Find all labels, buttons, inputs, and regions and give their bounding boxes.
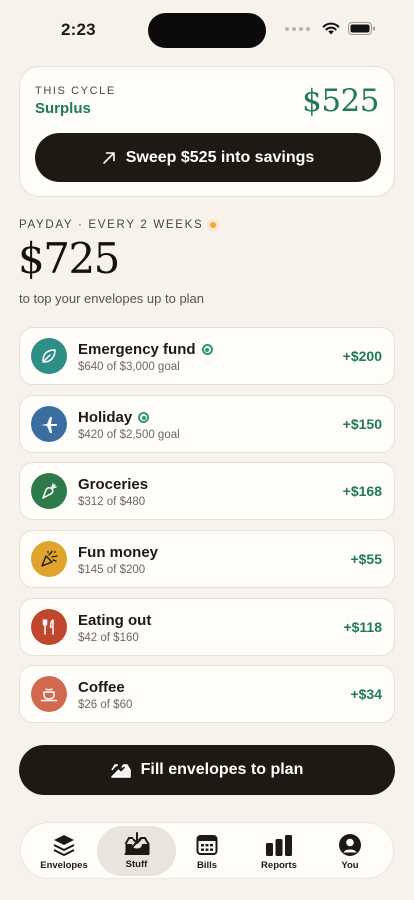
payday-status-dot xyxy=(210,222,217,228)
tab-you[interactable]: You xyxy=(315,823,385,880)
tab-label: Bills xyxy=(196,859,218,871)
dynamic-island xyxy=(148,13,266,48)
wifi-icon xyxy=(322,22,340,35)
envelope-name-wrap: Emergency fund xyxy=(78,341,213,358)
fork-knife-icon xyxy=(42,619,54,635)
tab-reports[interactable]: Reports xyxy=(244,823,314,880)
payday-label-text: PAYDAY · EVERY 2 WEEKS xyxy=(19,219,204,231)
bar-chart-icon xyxy=(266,834,292,856)
goal-target-icon xyxy=(138,412,150,423)
battery-icon xyxy=(348,22,375,35)
goal-target-icon xyxy=(201,344,213,355)
envelope-progress: $640 of $3,000 goal xyxy=(78,361,180,373)
fill-envelopes-button[interactable]: Fill envelopes to plan xyxy=(19,745,395,795)
tab-label: Reports xyxy=(261,859,297,871)
envelope-icon-bg xyxy=(31,541,67,577)
cycle-amount: $525 xyxy=(302,83,379,119)
envelope-topup-amount: +$34 xyxy=(350,686,382,702)
tab-bills[interactable]: Bills xyxy=(172,823,242,880)
envelope-icon-bg xyxy=(31,338,67,374)
cycle-summary-card: THIS CYCLE Surplus $525 Sweep $525 into … xyxy=(19,66,395,197)
payday-amount: $725 xyxy=(18,234,120,283)
envelope-emergency-fund[interactable]: Emergency fund $640 of $3,000 goal +$200 xyxy=(19,327,395,385)
envelope-progress: $42 of $160 xyxy=(78,632,139,644)
envelope-fun-money[interactable]: Fun money $145 of $200 +$55 xyxy=(19,530,395,588)
envelope-progress: $312 of $480 xyxy=(78,496,146,508)
tab-bar: Envelopes Stuff Bills Reports You xyxy=(20,822,394,879)
envelope-progress: $420 of $2,500 goal xyxy=(78,429,180,441)
envelope-name: Coffee xyxy=(78,679,125,696)
cycle-label: THIS CYCLE xyxy=(35,85,116,97)
envelope-name: Eating out xyxy=(78,612,152,629)
tab-stuff[interactable]: Stuff xyxy=(97,826,176,876)
tab-label: Stuff xyxy=(125,859,148,870)
envelope-name: Holiday xyxy=(78,409,133,426)
person-icon xyxy=(339,833,361,856)
sweep-into-savings-button[interactable]: Sweep $525 into savings xyxy=(35,133,381,182)
stack-icon xyxy=(53,834,75,856)
cycle-status: Surplus xyxy=(35,100,91,117)
party-popper-icon xyxy=(41,550,58,567)
inbox-download-icon xyxy=(124,832,149,855)
envelope-holiday[interactable]: Holiday $420 of $2,500 goal +$150 xyxy=(19,395,395,453)
leaf-icon xyxy=(42,349,56,363)
status-bar: 2:23 xyxy=(0,0,414,60)
coffee-cup-icon xyxy=(40,688,58,702)
envelope-eating-out[interactable]: Eating out $42 of $160 +$118 xyxy=(19,598,395,656)
sweep-button-label: Sweep $525 into savings xyxy=(125,148,315,166)
envelope-topup-amount: +$118 xyxy=(343,619,382,635)
envelope-name: Groceries xyxy=(78,476,149,493)
arrow-up-right-icon xyxy=(102,151,115,164)
payday-label: PAYDAY · EVERY 2 WEEKS xyxy=(19,219,217,231)
envelope-coffee[interactable]: Coffee $26 of $60 +$34 xyxy=(19,665,395,723)
calendar-icon xyxy=(196,834,218,855)
status-icons xyxy=(285,22,376,35)
envelope-icon-bg xyxy=(31,473,67,509)
envelope-name: Emergency fund xyxy=(78,341,196,358)
envelope-icon-bg xyxy=(31,676,67,712)
envelope-name: Fun money xyxy=(78,544,159,561)
carrot-icon xyxy=(42,483,57,499)
envelope-groceries[interactable]: Groceries $312 of $480 +$168 xyxy=(19,462,395,520)
envelope-topup-amount: +$150 xyxy=(342,416,382,432)
tab-envelopes[interactable]: Envelopes xyxy=(29,823,99,880)
envelope-topup-amount: +$168 xyxy=(342,483,382,499)
envelope-progress: $145 of $200 xyxy=(78,564,146,576)
envelope-topup-amount: +$55 xyxy=(350,551,382,567)
tab-label: You xyxy=(341,859,359,871)
envelope-icon-bg xyxy=(31,609,67,645)
envelope-name-wrap: Holiday xyxy=(78,409,150,426)
signal-dots-icon xyxy=(285,26,310,31)
status-time: 2:23 xyxy=(61,20,96,39)
tab-label: Envelopes xyxy=(40,859,88,871)
airplane-icon xyxy=(41,417,58,433)
envelope-topup-amount: +$200 xyxy=(342,348,382,364)
payday-subtitle: to top your envelopes up to plan xyxy=(19,291,205,306)
envelope-progress: $26 of $60 xyxy=(78,699,133,711)
fill-button-label: Fill envelopes to plan xyxy=(140,761,304,778)
envelope-icon-bg xyxy=(31,406,67,442)
inbox-download-icon xyxy=(110,761,131,778)
